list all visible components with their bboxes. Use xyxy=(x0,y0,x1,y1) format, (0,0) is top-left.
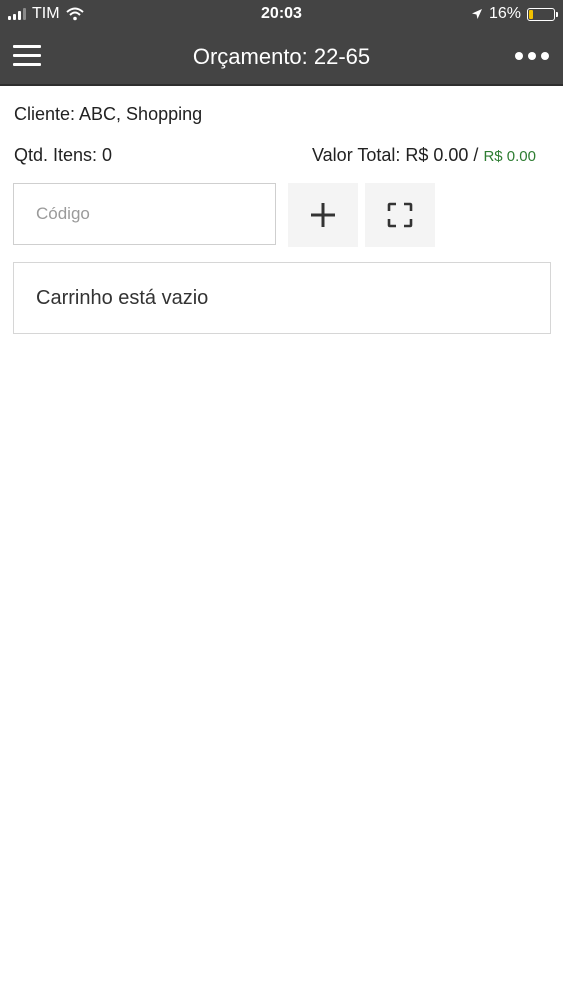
add-item-button[interactable] xyxy=(288,183,358,247)
item-count: Qtd. Itens: 0 xyxy=(14,145,113,165)
battery-level xyxy=(529,9,533,19)
app-header: Orçamento: 22-65 xyxy=(0,30,563,86)
battery-icon xyxy=(527,7,558,21)
page-title: Orçamento: 22-65 xyxy=(192,44,371,69)
cart-panel: Carrinho está vazio xyxy=(13,262,551,334)
status-right: 16% xyxy=(471,5,558,23)
total-value: Valor Total: R$ 0.00 / R$ 0.00 xyxy=(312,145,536,166)
total-label: Valor Total: R$ 0.00 / xyxy=(312,145,479,165)
code-input[interactable] xyxy=(13,183,276,245)
location-arrow-icon xyxy=(471,9,482,19)
client-info: Cliente: ABC, Shopping xyxy=(14,104,203,124)
cart-empty-message: Carrinho está vazio xyxy=(36,286,209,309)
status-bar: TIM 20:03 16% xyxy=(0,0,563,30)
scan-barcode-button[interactable] xyxy=(365,183,435,247)
more-dots-icon[interactable] xyxy=(515,52,549,60)
battery-percent: 16% xyxy=(488,5,521,22)
total-secondary: R$ 0.00 xyxy=(483,148,536,165)
plus-icon xyxy=(311,203,335,227)
scan-frame-icon xyxy=(387,202,413,228)
